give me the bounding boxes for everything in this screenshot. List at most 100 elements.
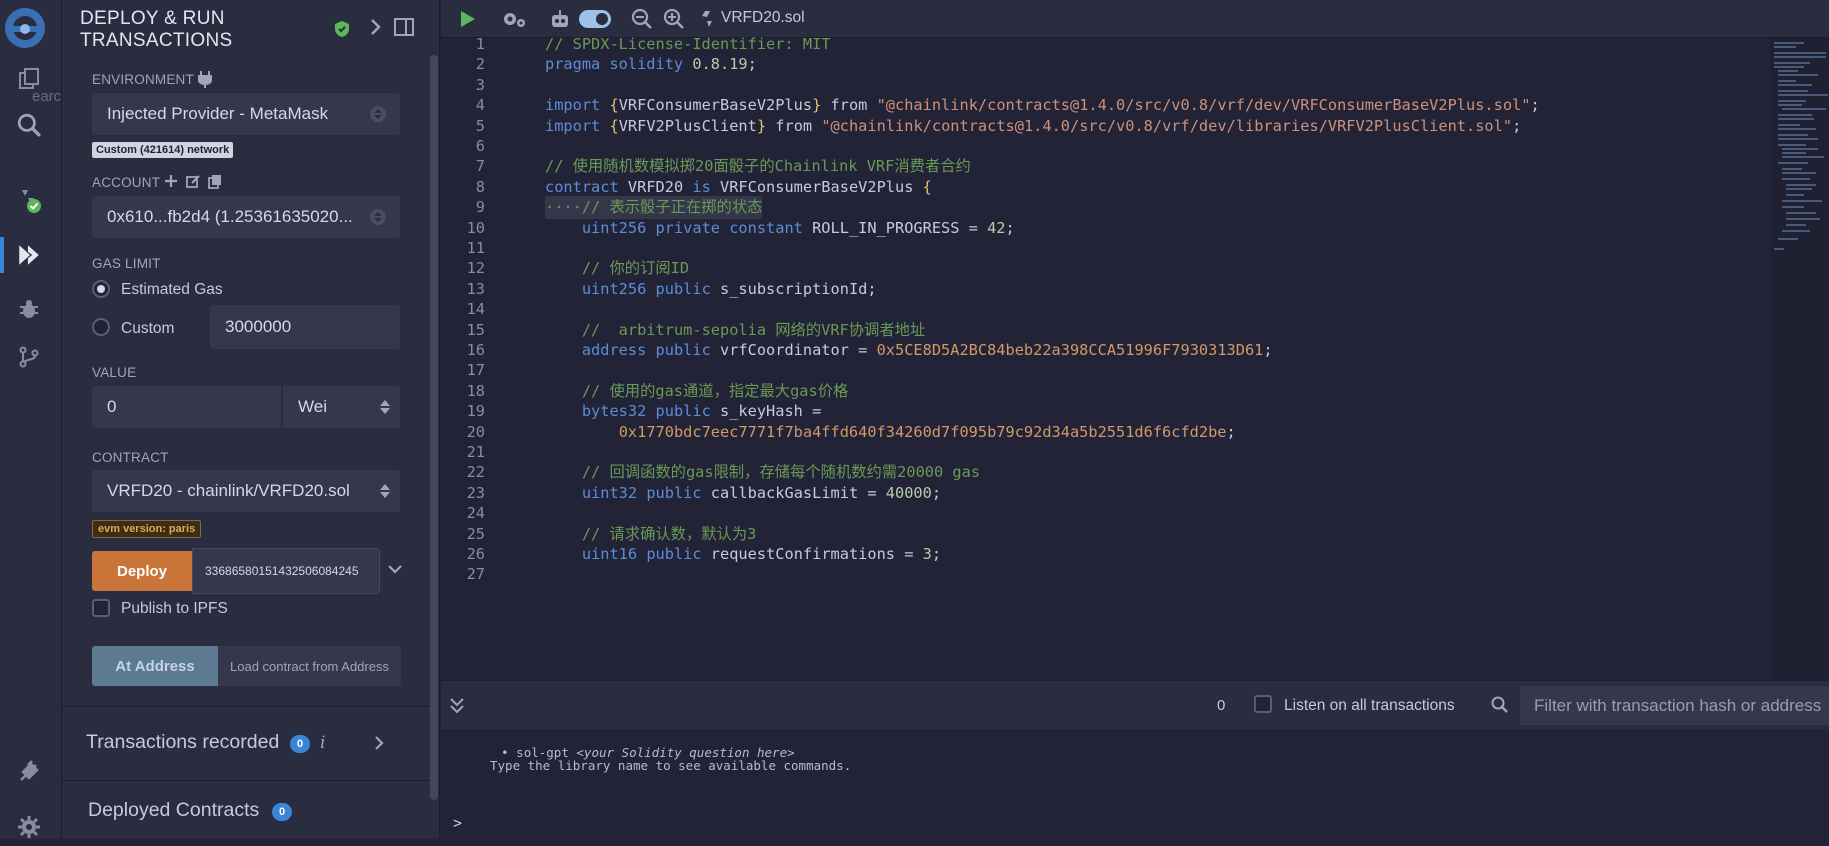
contract-select[interactable]: VRFD20 - chainlink/VRFD20.sol [92, 470, 400, 512]
line-number: 13 [466, 279, 485, 298]
code-token: ; [1263, 341, 1273, 359]
chevron-right-icon[interactable] [374, 735, 384, 756]
code-line[interactable]: pragma solidity 0.8.19; [545, 53, 757, 76]
code-token: callbackGasLimit = [701, 483, 886, 502]
deploy-args-input[interactable]: 33686580151432506084245 [192, 548, 380, 594]
code-line[interactable]: uint32 public callbackGasLimit = 40000; [545, 482, 941, 505]
custom-gas-radio[interactable] [92, 318, 110, 336]
code-token: VRFD20 [618, 177, 693, 196]
code-token: uint256 [581, 279, 647, 298]
code-token: vrfCoordinator = [710, 341, 877, 359]
code-token: s_subscriptionId; [710, 279, 877, 298]
code-token: VRFConsumerBaseV2Plus [710, 177, 923, 196]
zoom-in-icon[interactable] [661, 6, 687, 32]
deployed-count-badge: 0 [272, 803, 292, 821]
line-number: 18 [466, 381, 485, 400]
code-token: public [655, 402, 711, 421]
custom-gas-input[interactable]: 3000000 [210, 305, 400, 349]
at-address-button[interactable]: At Address [92, 646, 218, 686]
code-editor[interactable]: 1 2 3 4 5 6 7 8 9 10 11 12 13 14 15 16 17 18 19 20 21 22 23 24 2… [441, 35, 1829, 680]
code-token: 42 [987, 218, 1006, 237]
select-arrows-icon [370, 209, 386, 225]
line-number: 1 [475, 35, 485, 53]
chevron-right-icon[interactable] [370, 18, 382, 41]
line-number: 23 [466, 483, 485, 502]
code-token: ; [747, 55, 757, 74]
value-unit-select[interactable]: Wei [283, 386, 400, 428]
value-input[interactable]: 0 [92, 386, 281, 428]
plug-icon [198, 70, 212, 93]
estimated-gas-radio[interactable] [92, 280, 110, 298]
code-token: s_keyHash = [710, 402, 822, 421]
contract-label: CONTRACT [92, 450, 169, 465]
file-tab-label[interactable]: VRFD20.sol [721, 9, 805, 27]
code-token: // 请求确认数，默认为3 [581, 524, 757, 543]
ai-robot-icon[interactable] [547, 6, 573, 32]
ai-toggle-switch[interactable] [579, 10, 611, 28]
code-token: import [545, 96, 601, 115]
transactions-count-badge: 0 [290, 735, 310, 753]
listen-all-checkbox[interactable] [1254, 695, 1272, 713]
edit-account-icon[interactable] [186, 174, 201, 194]
code-line[interactable]: uint256 private constant ROLL_IN_PROGRES… [545, 217, 1015, 240]
code-token: // arbitrum-sepolia 网络的VRF协调者地址 [581, 320, 926, 339]
search-icon[interactable] [12, 108, 46, 142]
environment-select[interactable]: Injected Provider - MetaMask [92, 93, 400, 135]
environment-label: ENVIRONMENT [92, 72, 194, 87]
filter-placeholder: Filter with transaction hash or address [1534, 695, 1822, 715]
zoom-out-icon[interactable] [629, 6, 655, 32]
remix-logo-icon[interactable] [3, 6, 47, 50]
code-token: ; [1512, 116, 1522, 135]
deploy-button[interactable]: Deploy [92, 551, 192, 591]
line-number: 14 [466, 300, 485, 319]
code-token: uint256 [581, 218, 647, 237]
panel-toggle-icon[interactable] [394, 18, 414, 41]
solidity-compiler-icon[interactable] [12, 184, 46, 218]
transaction-filter-input[interactable]: Filter with transaction hash or address [1520, 686, 1829, 725]
code-token: "@chainlink/contracts@1.4.0/src/v0.8/vrf… [876, 96, 1531, 115]
collapse-terminal-icon[interactable] [449, 696, 465, 719]
publish-ipfs-checkbox[interactable] [92, 599, 110, 617]
terminal-output[interactable]: • sol-gpt <your Solidity question here> … [441, 729, 1829, 839]
listen-all-label: Listen on all transactions [1284, 697, 1455, 714]
code-token: private constant [655, 218, 803, 237]
deploy-args-value: 33686580151432506084245 [205, 564, 359, 578]
code-token: 3 [922, 545, 932, 563]
code-line[interactable]: address public vrfCoordinator = 0x5CE8D5… [545, 339, 1273, 362]
info-icon[interactable]: i [320, 733, 325, 753]
code-line[interactable]: uint16 public requestConfirmations = 3; [545, 543, 941, 566]
chevron-down-icon[interactable] [387, 562, 403, 580]
line-number: 17 [466, 361, 485, 380]
plugin-manager-icon[interactable] [12, 755, 46, 789]
shield-check-icon [334, 20, 350, 43]
code-token: bytes32 [581, 402, 647, 421]
copy-account-icon[interactable] [208, 174, 222, 194]
debugger-icon[interactable] [12, 292, 46, 326]
account-select[interactable]: 0x610...fb2d4 (1.25361635020... [92, 196, 400, 238]
transactions-recorded-row[interactable]: Transactions recorded 0 i [62, 706, 430, 772]
custom-gas-value: 3000000 [225, 317, 292, 336]
deployed-contracts-row[interactable]: Deployed Contracts 0 [62, 780, 430, 846]
load-contract-input[interactable]: Load contract from Address [218, 646, 401, 686]
git-icon[interactable] [12, 340, 46, 374]
line-number: 11 [466, 239, 485, 257]
deploy-run-icon[interactable] [12, 238, 46, 272]
minimap[interactable] [1770, 38, 1829, 680]
network-badge: Custom (421614) network [92, 142, 234, 158]
code-token: 0x1770bdc7eec7771f7ba4ffd640f34260d7f095… [618, 422, 1227, 441]
terminal-prompt[interactable]: > [453, 814, 462, 832]
panel-scrollbar[interactable] [430, 55, 438, 800]
code-line[interactable]: import {VRFV2PlusClient} from "@chainlin… [545, 115, 1521, 138]
code-token: ; [931, 483, 942, 502]
run-icon[interactable] [455, 6, 481, 32]
code-line[interactable]: uint256 public s_subscriptionId; [545, 278, 877, 301]
code-line[interactable]: 0x1770bdc7eec7771f7ba4ffd640f34260d7f095… [545, 421, 1236, 444]
code-token: ; [1530, 96, 1540, 115]
compile-settings-icon[interactable] [501, 6, 527, 32]
add-account-icon[interactable] [164, 174, 178, 193]
